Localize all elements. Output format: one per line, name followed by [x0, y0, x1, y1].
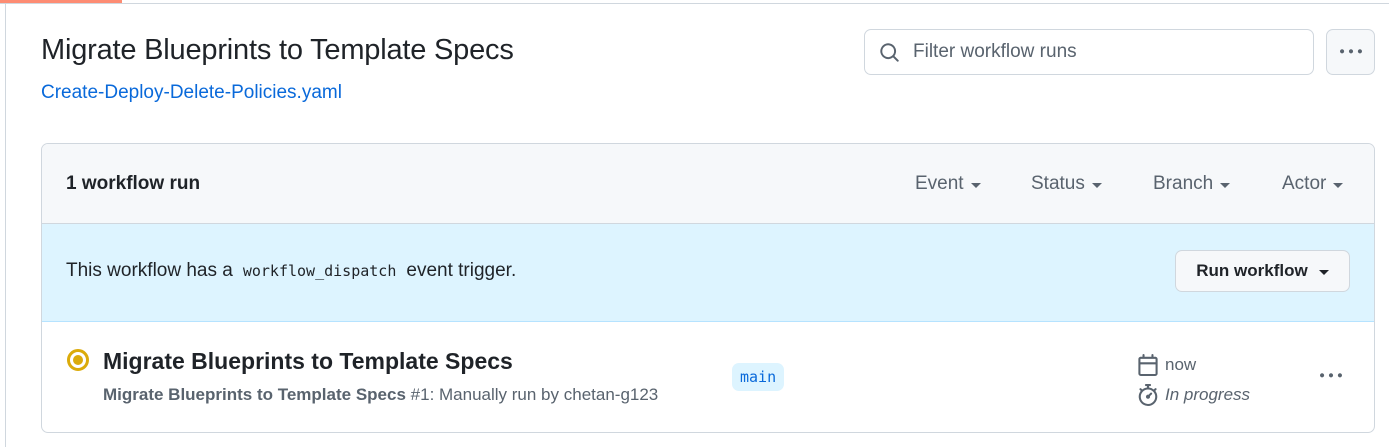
caret-down-icon — [1091, 182, 1102, 188]
in-progress-status-icon — [67, 349, 89, 371]
caret-down-icon — [1333, 182, 1344, 188]
run-timestamp: now — [1137, 354, 1196, 376]
run-title-link[interactable]: Migrate Blueprints to Template Specs — [103, 348, 513, 375]
event-filter-label: Event — [915, 173, 964, 194]
kebab-horizontal-icon — [1320, 373, 1342, 378]
branch-filter-label: Branch — [1153, 173, 1214, 194]
kebab-horizontal-icon — [1339, 49, 1362, 54]
workflow-runs-box: 1 workflow run Event Status Branch Actor… — [41, 143, 1375, 433]
branch-filter-button[interactable]: Branch — [1153, 173, 1231, 195]
caret-down-icon — [1220, 182, 1231, 188]
run-detail: #1: Manually run by chetan-g123 — [410, 385, 659, 404]
dispatch-prefix: This workflow has a — [66, 260, 233, 281]
runs-header: 1 workflow run Event Status Branch Actor — [42, 144, 1374, 224]
workflow-run-row[interactable]: Migrate Blueprints to Template Specs Mig… — [42, 322, 1374, 432]
workflow-file-link[interactable]: Create-Deploy-Delete-Policies.yaml — [41, 82, 342, 104]
top-divider — [0, 3, 1389, 4]
caret-down-icon — [1318, 269, 1329, 275]
actor-filter-button[interactable]: Actor — [1282, 173, 1344, 195]
dispatch-suffix: event trigger. — [406, 260, 517, 281]
filter-runs-field[interactable] — [864, 29, 1314, 75]
filter-runs-input[interactable] — [913, 41, 1293, 63]
workflow-dispatch-banner: This workflow has a workflow_dispatch ev… — [42, 224, 1374, 322]
calendar-icon — [1138, 354, 1158, 376]
run-duration: In progress — [1137, 384, 1250, 406]
branch-badge[interactable]: main — [732, 363, 785, 391]
page-title: Migrate Blueprints to Template Specs — [41, 34, 514, 66]
more-options-button[interactable] — [1326, 29, 1375, 75]
run-duration-label: In progress — [1165, 385, 1251, 404]
dispatch-message: This workflow has a workflow_dispatch ev… — [66, 260, 516, 282]
dispatch-event-code: workflow_dispatch — [242, 262, 397, 280]
caret-down-icon — [970, 182, 981, 188]
actor-filter-label: Actor — [1282, 173, 1327, 194]
run-more-options-button[interactable] — [1317, 364, 1345, 388]
run-meta: Migrate Blueprints to Template Specs #1:… — [103, 385, 658, 405]
event-filter-button[interactable]: Event — [915, 173, 981, 195]
search-icon — [877, 40, 901, 64]
status-filter-label: Status — [1031, 173, 1085, 194]
stopwatch-icon — [1138, 384, 1158, 406]
run-workflow-button[interactable]: Run workflow — [1175, 250, 1350, 292]
status-filter-button[interactable]: Status — [1031, 173, 1102, 195]
run-workflow-name: Migrate Blueprints to Template Specs — [103, 385, 406, 404]
run-count: 1 workflow run — [66, 173, 201, 194]
left-border — [5, 4, 6, 447]
run-workflow-label: Run workflow — [1196, 261, 1308, 280]
run-when: now — [1165, 355, 1197, 374]
